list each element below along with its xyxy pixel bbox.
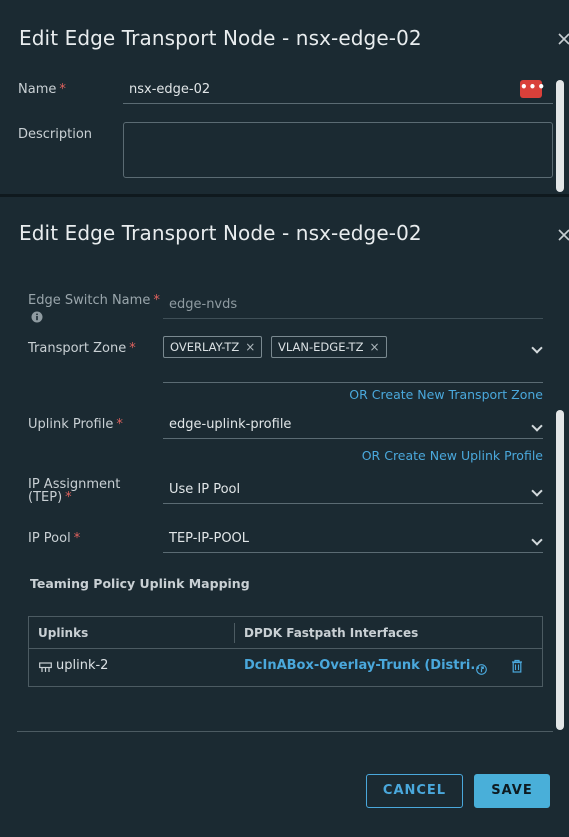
more-options-icon[interactable]: ••• — [520, 80, 545, 98]
transport-zone-label: Transport Zone * — [28, 341, 136, 356]
uplink-mapping-table: Uplinks DPDK Fastpath Interfaces uplink-… — [28, 616, 543, 687]
name-input[interactable]: nsx-edge-02 — [123, 76, 553, 104]
background-dialog-title: Edit Edge Transport Node - nsx-edge-02 — [19, 26, 422, 50]
create-uplink-profile-link[interactable]: OR Create New Uplink Profile — [362, 448, 543, 463]
column-separator — [234, 623, 235, 643]
column-header-uplinks: Uplinks — [38, 626, 89, 640]
remove-chip-icon[interactable]: × — [245, 340, 255, 354]
uplink-profile-select[interactable]: edge-uplink-profile — [163, 409, 543, 439]
cancel-button[interactable]: CANCEL — [366, 774, 463, 808]
name-label: Name * — [18, 82, 66, 97]
uplink-profile-label: Uplink Profile * — [28, 417, 123, 432]
footer-divider — [17, 731, 553, 732]
uplink-icon — [39, 659, 52, 678]
ip-pool-label: IP Pool * — [28, 531, 81, 546]
chevron-down-icon[interactable] — [531, 342, 543, 354]
ip-assignment-select[interactable]: Use IP Pool — [163, 474, 543, 504]
transport-zone-select[interactable]: OVERLAY-TZ × VLAN-EDGE-TZ × — [163, 333, 543, 383]
description-field[interactable] — [123, 122, 553, 178]
edit-edge-transport-node-dialog: Edit Edge Transport Node - nsx-edge-02 E… — [0, 197, 569, 837]
ip-assignment-label: IP Assignment (TEP) * — [28, 477, 121, 505]
uplink-name: uplink-2 — [56, 658, 109, 673]
column-header-dpdk: DPDK Fastpath Interfaces — [244, 626, 419, 640]
teaming-policy-title: Teaming Policy Uplink Mapping — [30, 576, 250, 591]
info-icon[interactable] — [31, 308, 43, 327]
dpdk-interface-link[interactable]: DcInABox-Overlay-Trunk (Distri... — [244, 658, 485, 673]
info-icon[interactable] — [476, 660, 487, 679]
description-label: Description — [18, 127, 93, 142]
background-dialog: Edit Edge Transport Node - nsx-edge-02 N… — [0, 0, 569, 196]
transport-zone-chip[interactable]: VLAN-EDGE-TZ × — [271, 336, 387, 358]
edge-switch-name-input: edge-nvds — [163, 291, 543, 319]
close-icon[interactable] — [557, 32, 569, 46]
create-transport-zone-link[interactable]: OR Create New Transport Zone — [349, 387, 543, 402]
edge-switch-name-label: Edge Switch Name * — [28, 293, 160, 308]
save-button[interactable]: SAVE — [474, 774, 550, 808]
table-header: Uplinks DPDK Fastpath Interfaces — [29, 617, 542, 649]
dialog-scrollbar[interactable] — [556, 410, 564, 730]
background-scrollbar[interactable] — [556, 80, 564, 192]
remove-chip-icon[interactable]: × — [369, 340, 379, 354]
table-row: uplink-2 DcInABox-Overlay-Trunk (Distri.… — [29, 650, 542, 686]
trash-icon[interactable] — [511, 658, 523, 677]
chevron-down-icon[interactable] — [531, 485, 543, 497]
transport-zone-chip[interactable]: OVERLAY-TZ × — [163, 336, 263, 358]
dialog-title: Edit Edge Transport Node - nsx-edge-02 — [19, 221, 422, 245]
ip-pool-select[interactable]: TEP-IP-POOL — [163, 523, 543, 553]
chevron-down-icon[interactable] — [531, 420, 543, 432]
close-icon[interactable] — [557, 228, 569, 242]
chevron-down-icon[interactable] — [531, 534, 543, 546]
